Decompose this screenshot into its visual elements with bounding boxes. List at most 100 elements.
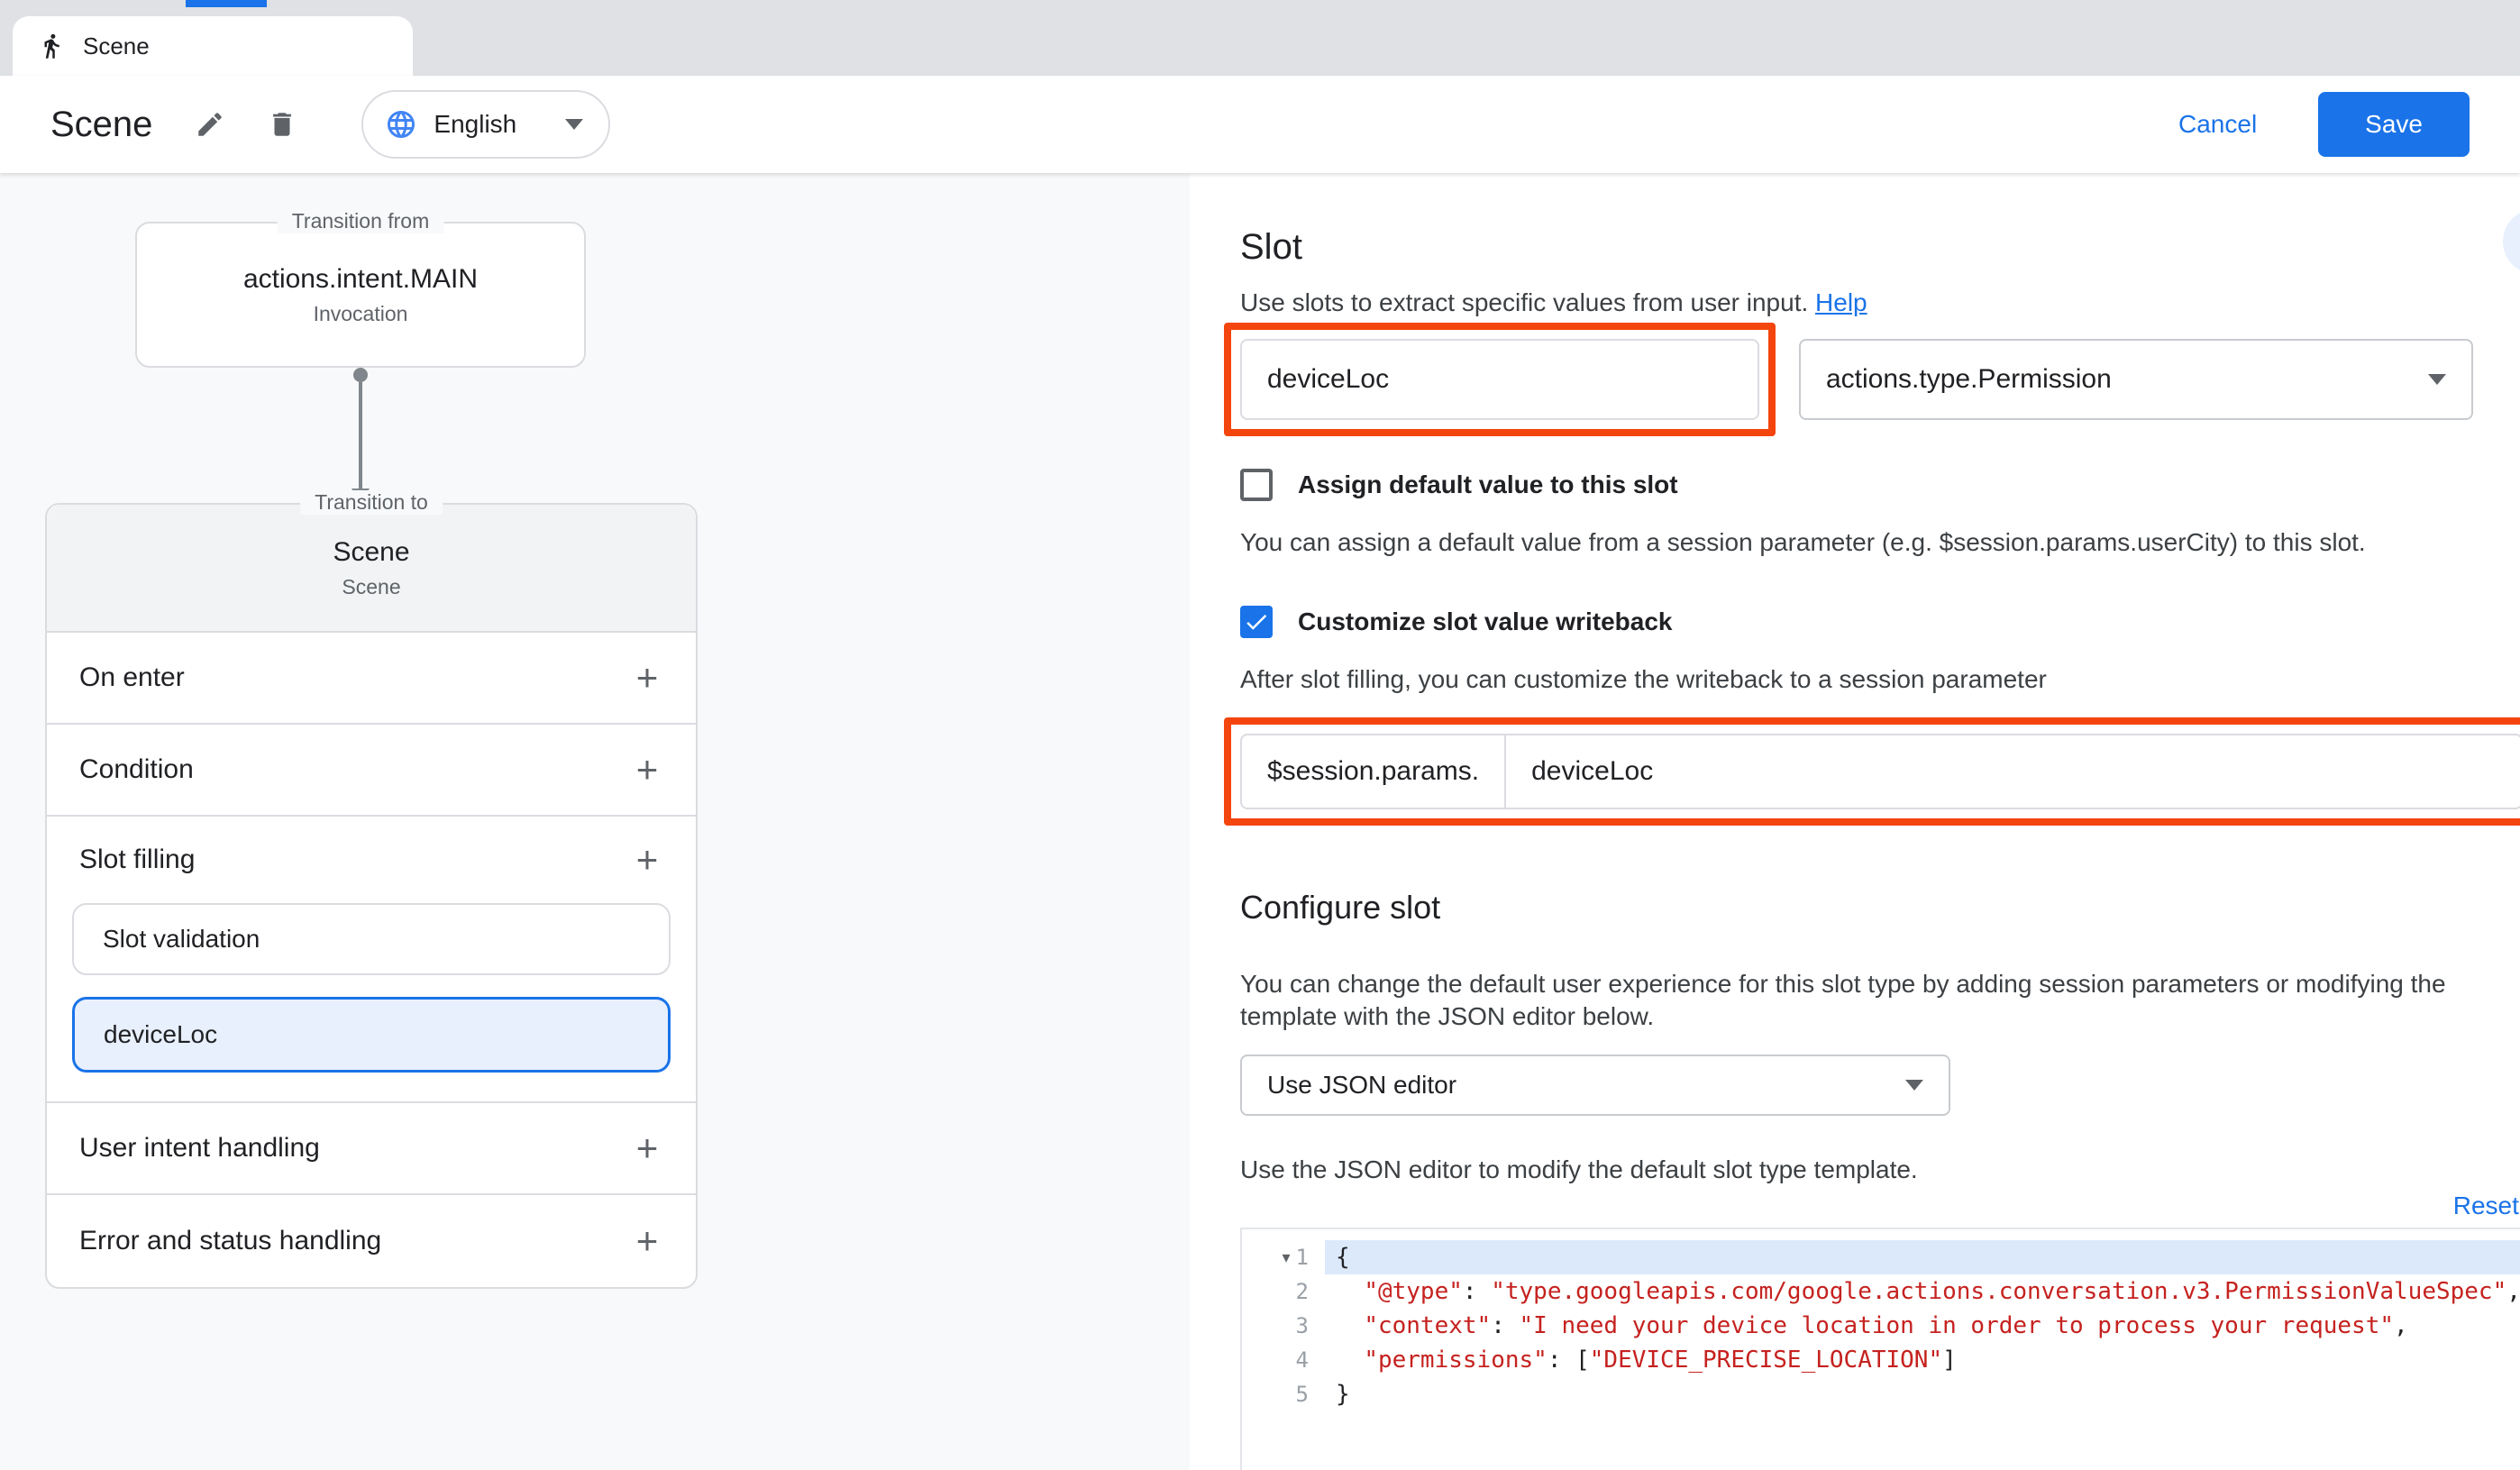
scene-header: Scene English Cancel Save bbox=[0, 76, 2520, 173]
arrow-line bbox=[359, 382, 362, 488]
code-token: : bbox=[1463, 1278, 1491, 1305]
code-token bbox=[1336, 1347, 1364, 1374]
section-label: User intent handling bbox=[79, 1133, 320, 1164]
section-condition[interactable]: Condition + bbox=[47, 725, 696, 817]
save-button[interactable]: Save bbox=[2318, 92, 2470, 157]
reset-row: Reset bbox=[1240, 1192, 2520, 1224]
delete-scene-button[interactable] bbox=[253, 96, 311, 153]
chevron-down-icon bbox=[565, 119, 583, 130]
gutter-line: 4 bbox=[1242, 1343, 1325, 1377]
actions-console-window: Scene Scene English Cancel Save Transiti… bbox=[0, 0, 2520, 1470]
gutter-line: ▾ 1 bbox=[1242, 1240, 1325, 1274]
code-line: } bbox=[1325, 1377, 2520, 1411]
section-user-intent-handling[interactable]: User intent handling + bbox=[47, 1103, 696, 1195]
transition-arrow bbox=[135, 368, 586, 503]
slot-name-input[interactable]: deviceLoc bbox=[1240, 339, 1759, 420]
slot-description-text: Use slots to extract specific values fro… bbox=[1240, 288, 1808, 316]
trash-icon bbox=[267, 109, 297, 140]
code-token: "permissions" bbox=[1364, 1347, 1548, 1374]
scene-node-subtitle: Scene bbox=[342, 575, 400, 599]
slot-description: Use slots to extract specific values fro… bbox=[1240, 288, 2520, 321]
assign-default-row: Assign default value to this slot bbox=[1240, 467, 2520, 503]
add-icon[interactable]: + bbox=[620, 659, 674, 697]
section-on-enter[interactable]: On enter + bbox=[47, 633, 696, 725]
writeback-label: Customize slot value writeback bbox=[1298, 607, 1672, 636]
chevron-right-icon bbox=[2514, 224, 2520, 260]
transition-from-node[interactable]: Transition from actions.intent.MAIN Invo… bbox=[135, 222, 586, 368]
configure-slot-description: You can change the default user experien… bbox=[1240, 968, 2520, 1033]
section-label: Slot filling bbox=[79, 845, 195, 875]
code-token: { bbox=[1336, 1244, 1350, 1271]
scene-node-header[interactable]: Scene Scene bbox=[47, 505, 696, 633]
code-token: , bbox=[2506, 1278, 2520, 1305]
add-icon[interactable]: + bbox=[620, 1129, 674, 1167]
editor-hint: Use the JSON editor to modify the defaul… bbox=[1240, 1155, 2520, 1186]
code-line: "@type": "type.googleapis.com/google.act… bbox=[1325, 1274, 2520, 1309]
chevron-down-icon bbox=[1905, 1080, 1923, 1091]
section-slot-filling: Slot filling + Slot validation deviceLoc bbox=[47, 817, 696, 1103]
page-title: Scene bbox=[50, 105, 152, 145]
check-icon bbox=[1243, 608, 1270, 635]
code-token: "context" bbox=[1364, 1312, 1491, 1339]
code-token: ] bbox=[1942, 1347, 1957, 1374]
code-token: "I need your device location in order to… bbox=[1520, 1312, 2395, 1339]
intent-name: actions.intent.MAIN bbox=[243, 264, 478, 295]
deviceloc-slot-item[interactable]: deviceLoc bbox=[72, 997, 671, 1073]
add-icon[interactable]: + bbox=[620, 1222, 674, 1260]
assign-default-label: Assign default value to this slot bbox=[1298, 470, 1678, 499]
cancel-button[interactable]: Cancel bbox=[2178, 110, 2257, 139]
slot-filling-header[interactable]: Slot filling + bbox=[47, 817, 696, 903]
editor-mode-select[interactable]: Use JSON editor bbox=[1240, 1055, 1950, 1116]
editor-gutter: ▾ 1 2 3 4 5 bbox=[1242, 1229, 1325, 1470]
edit-scene-button[interactable] bbox=[181, 96, 239, 153]
line-number: 1 bbox=[1296, 1245, 1309, 1270]
globe-icon bbox=[385, 108, 417, 141]
browser-tab-scene[interactable]: Scene bbox=[13, 16, 413, 76]
tab-accent-bar bbox=[186, 0, 267, 7]
code-line: "permissions": ["DEVICE_PRECISE_LOCATION… bbox=[1325, 1343, 2520, 1377]
code-token: , bbox=[2394, 1312, 2408, 1339]
code-line: { bbox=[1325, 1240, 2520, 1274]
code-token: "DEVICE_PRECISE_LOCATION" bbox=[1590, 1347, 1942, 1374]
section-label: Condition bbox=[79, 754, 194, 785]
slot-type-value: actions.type.Permission bbox=[1826, 364, 2112, 395]
slot-definition-row: deviceLoc actions.type.Permission bbox=[1240, 339, 2520, 420]
section-label: Error and status handling bbox=[79, 1226, 381, 1256]
code-token: : [ bbox=[1548, 1347, 1590, 1374]
slot-validation-item[interactable]: Slot validation bbox=[72, 903, 671, 975]
writeback-input[interactable]: $session.params. deviceLoc bbox=[1240, 734, 2520, 809]
code-token: "@type" bbox=[1364, 1278, 1463, 1305]
add-icon[interactable]: + bbox=[620, 751, 674, 789]
section-label: On enter bbox=[79, 662, 185, 693]
tab-title: Scene bbox=[83, 32, 150, 60]
section-error-status-handling[interactable]: Error and status handling + bbox=[47, 1195, 696, 1287]
slot-name-wrapper: deviceLoc bbox=[1240, 339, 1759, 420]
transition-from-caption: Transition from bbox=[278, 209, 444, 233]
code-token: : bbox=[1491, 1312, 1519, 1339]
slot-detail-panel: Slot Use slots to extract specific value… bbox=[1190, 173, 2520, 1470]
language-selector[interactable]: English bbox=[361, 90, 610, 159]
fold-toggle-icon[interactable]: ▾ bbox=[1283, 1248, 1291, 1267]
code-token bbox=[1336, 1278, 1364, 1305]
line-number: 2 bbox=[1296, 1279, 1309, 1304]
intent-type: Invocation bbox=[314, 302, 408, 326]
editor-code-area[interactable]: { "@type": "type.googleapis.com/google.a… bbox=[1325, 1229, 2520, 1470]
transition-to-caption: Transition to bbox=[300, 490, 443, 515]
list-item-label: Slot validation bbox=[103, 925, 260, 954]
scene-graph-panel: Transition from actions.intent.MAIN Invo… bbox=[0, 173, 1190, 1470]
code-token bbox=[1336, 1312, 1364, 1339]
session-params-prefix: $session.params. bbox=[1242, 735, 1506, 808]
json-code-editor[interactable]: ▾ 1 2 3 4 5 { "@type": "type.googleapis.… bbox=[1240, 1228, 2520, 1470]
reset-link[interactable]: Reset bbox=[2453, 1192, 2519, 1224]
writeback-checkbox[interactable] bbox=[1240, 606, 1273, 638]
chevron-down-icon bbox=[2428, 374, 2446, 385]
help-link[interactable]: Help bbox=[1815, 288, 1867, 316]
assign-default-checkbox[interactable] bbox=[1240, 469, 1273, 501]
arrow-origin-dot bbox=[353, 368, 368, 382]
line-number: 3 bbox=[1296, 1313, 1309, 1338]
add-icon[interactable]: + bbox=[620, 841, 674, 879]
browser-tab-strip: Scene bbox=[0, 0, 2520, 76]
pencil-icon bbox=[195, 109, 225, 140]
gutter-line: 3 bbox=[1242, 1309, 1325, 1343]
slot-type-select[interactable]: actions.type.Permission bbox=[1799, 339, 2473, 420]
